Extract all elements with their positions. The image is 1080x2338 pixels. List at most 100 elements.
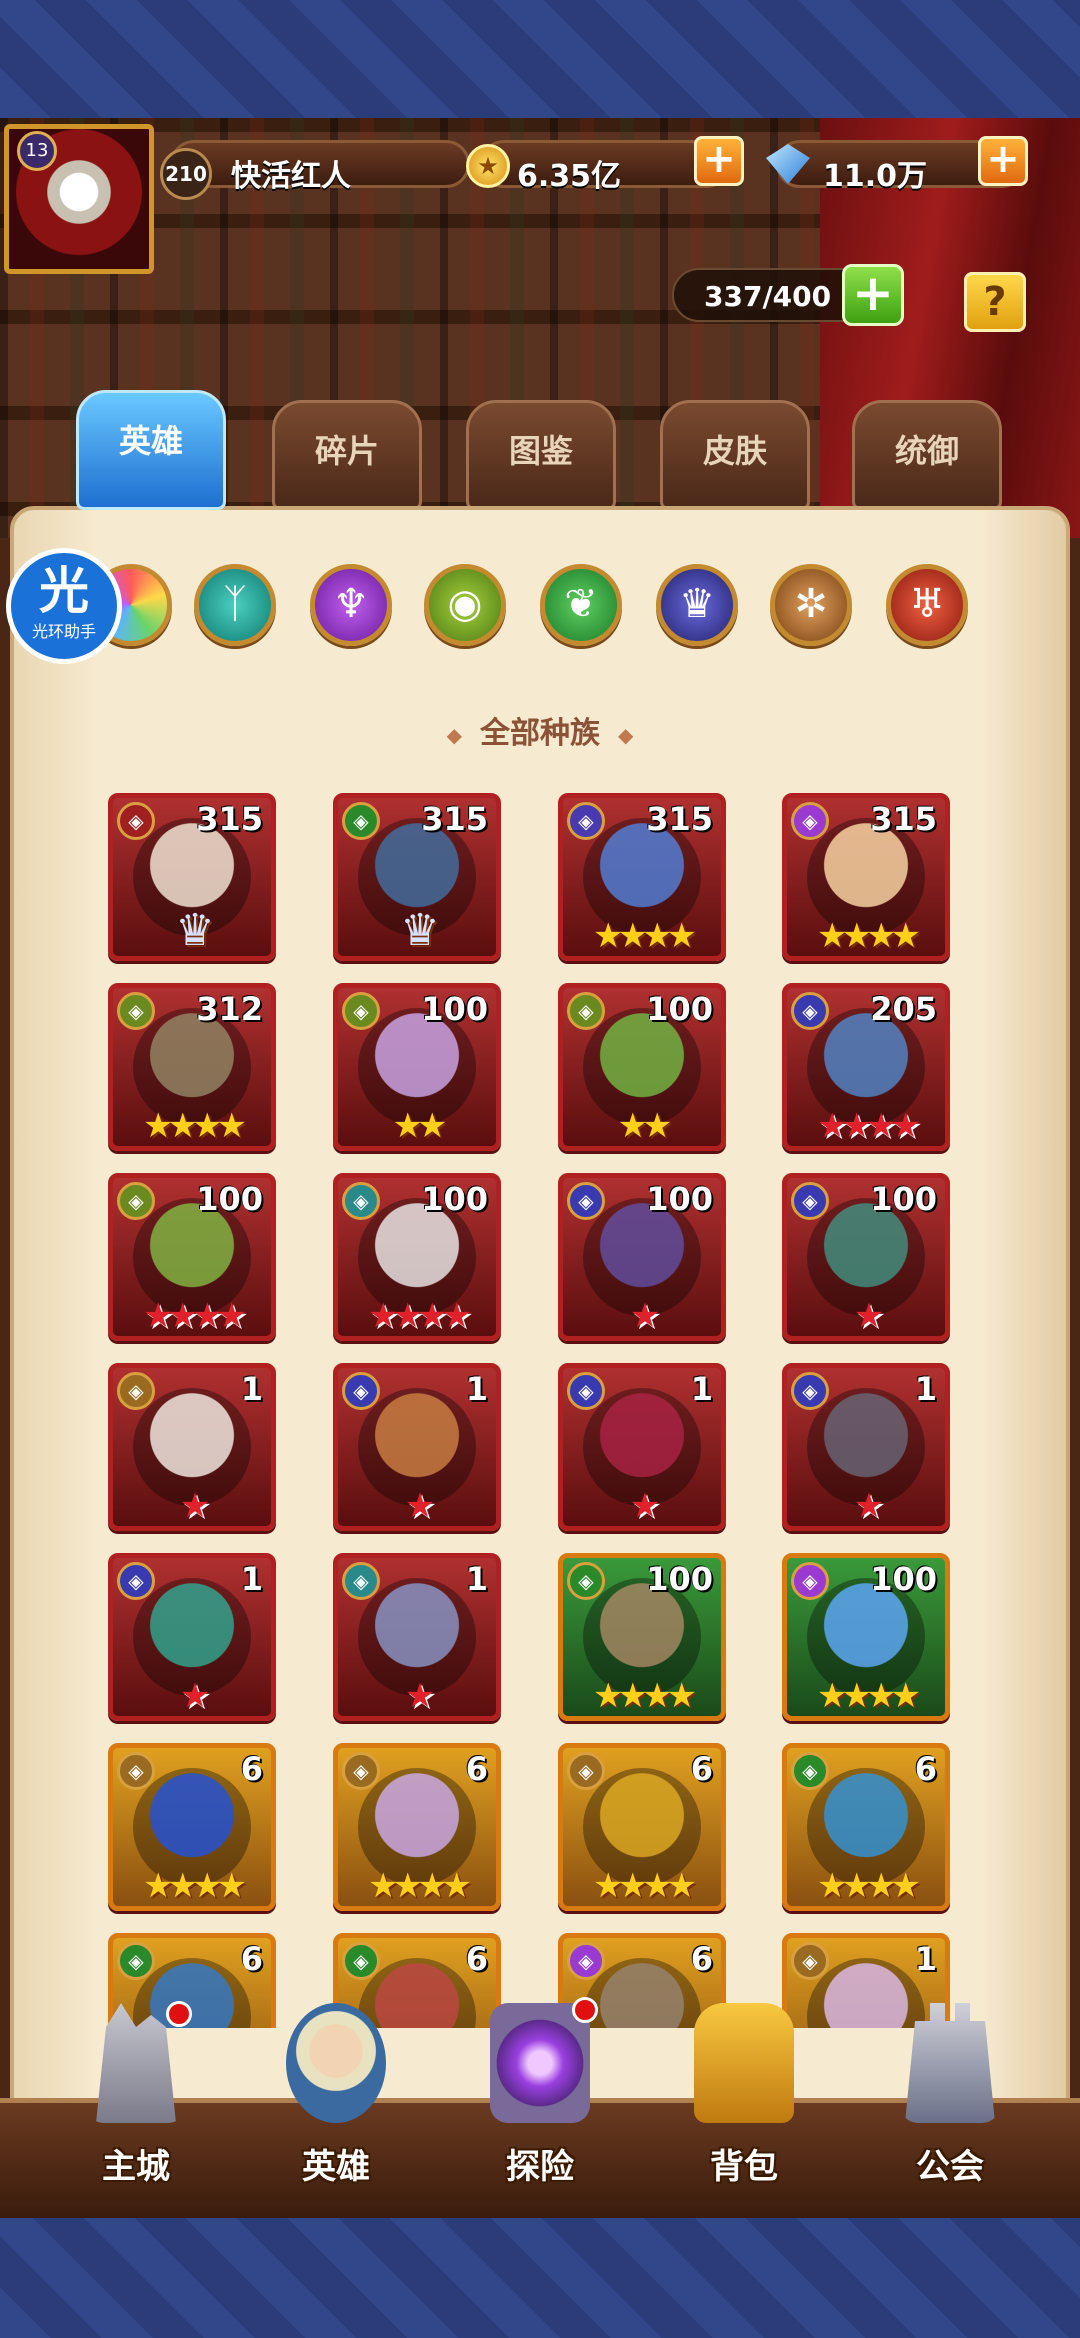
race-icon: ◈	[342, 1942, 380, 1980]
race-icon: ◈	[567, 1182, 605, 1220]
race-icon: ◈	[567, 802, 605, 840]
hero-card[interactable]: ◈ 100 ★★★★	[558, 1553, 726, 1721]
gold-bar: 6.35亿	[480, 140, 730, 194]
hero-level: 100	[421, 990, 488, 1028]
race-icon: ◈	[567, 1752, 605, 1790]
hero-card[interactable]: ◈ 100 ★	[558, 1173, 726, 1341]
hero-card[interactable]: ◈ 100 ★	[782, 1173, 950, 1341]
diamond-left-icon: ◆	[446, 722, 462, 747]
hero-level: 6	[914, 1750, 937, 1788]
star-rating: ★★★★	[143, 1866, 247, 1906]
star-rating: ♛	[175, 905, 214, 956]
nav-adventure[interactable]: 探险	[450, 1993, 630, 2213]
vip-level: 210	[160, 148, 212, 200]
name-bar: 快活红人	[170, 140, 470, 194]
filter-light-icon[interactable]: ✲	[770, 564, 852, 646]
hero-card[interactable]: ◈ 315 ♛	[333, 793, 501, 961]
hero-card[interactable]: ◈ 1 ★	[333, 1553, 501, 1721]
nav-backpack[interactable]: 背包	[654, 1993, 834, 2213]
hero-level: 315	[421, 800, 488, 838]
hero-card[interactable]: ◈ 1 ★	[558, 1363, 726, 1531]
race-filter-row: ᛉ ♆ ◉ ❦ ♛ ✲ ♅	[0, 558, 1080, 658]
nav-heroes[interactable]: 英雄	[246, 1993, 426, 2213]
hero-card[interactable]: ◈ 312 ★★★★	[108, 983, 276, 1151]
hero-card[interactable]: ◈ 6 ★★★★	[558, 1743, 726, 1911]
hero-level: 6	[240, 1940, 263, 1978]
filter-abyss-icon[interactable]: ♛	[656, 564, 738, 646]
race-icon: ◈	[117, 1562, 155, 1600]
filter-nature-icon[interactable]: ❦	[540, 564, 622, 646]
hero-level: 312	[196, 990, 263, 1028]
star-rating: ★	[853, 1296, 884, 1336]
game-screen: 快活红人 210 6.35亿 ★ + 11.0万 + 13 337/400 + …	[0, 118, 1080, 2218]
race-icon: ◈	[117, 992, 155, 1030]
help-button[interactable]: ?	[964, 272, 1026, 332]
race-icon: ◈	[791, 992, 829, 1030]
hero-portrait-icon	[286, 2003, 386, 2123]
hero-card[interactable]: ◈ 100 ★★★★	[108, 1173, 276, 1341]
race-filter-title: ◆ 全部种族 ◆	[0, 708, 1080, 752]
star-rating: ★★★★	[817, 1676, 921, 1716]
hero-card[interactable]: ◈ 1 ★	[108, 1363, 276, 1531]
hero-level: 1	[465, 1560, 488, 1598]
hero-card[interactable]: ◈ 100 ★★★★	[782, 1553, 950, 1721]
race-icon: ◈	[791, 1562, 829, 1600]
hero-level: 100	[196, 1180, 263, 1218]
app-root: { "player":{"level":"13","vip":"210","na…	[0, 0, 1080, 2338]
hero-card[interactable]: ◈ 6 ★★★★	[782, 1743, 950, 1911]
hero-card[interactable]: ◈ 1 ★	[108, 1553, 276, 1721]
hero-card[interactable]: ◈ 315 ★★★★	[782, 793, 950, 961]
resource-bar: 快活红人 210 6.35亿 ★ + 11.0万 +	[0, 130, 1080, 200]
hero-card[interactable]: ◈ 1 ★	[782, 1363, 950, 1531]
tab-command[interactable]: 统御	[852, 400, 1002, 510]
nav-main-city-label: 主城	[102, 2147, 170, 2187]
hero-level: 315	[646, 800, 713, 838]
filter-dark-icon[interactable]: ♅	[886, 564, 968, 646]
tab-codex[interactable]: 图鉴	[466, 400, 616, 510]
hero-card[interactable]: ◈ 100 ★★	[558, 983, 726, 1151]
expand-capacity-button[interactable]: +	[842, 264, 904, 326]
hero-card[interactable]: ◈ 100 ★★★★	[333, 1173, 501, 1341]
star-rating: ★★★★	[593, 1866, 697, 1906]
tab-heroes[interactable]: 英雄	[76, 390, 226, 510]
hero-card[interactable]: ◈ 6 ★★★★	[108, 1743, 276, 1911]
hero-grid: ◈ 315 ♛ ◈ 315 ♛ ◈ 315 ★★★★ ◈ 315 ★★★★ ◈ 312 ★★★★ ◈ 100 ★★…	[0, 793, 1080, 2028]
hero-level: 315	[196, 800, 263, 838]
adventure-notification	[572, 1997, 598, 2023]
filter-fortress-icon[interactable]: ◉	[424, 564, 506, 646]
race-icon: ◈	[342, 1562, 380, 1600]
hero-card[interactable]: ◈ 6 ★★★★	[333, 1743, 501, 1911]
player-avatar[interactable]: 13	[4, 124, 154, 274]
hero-card[interactable]: ◈ 1 ★	[333, 1363, 501, 1531]
race-icon: ◈	[791, 802, 829, 840]
hero-card[interactable]: ◈ 205 ★★★★	[782, 983, 950, 1151]
halo-assistant-badge[interactable]: 光 光环助手	[6, 548, 122, 664]
hero-level: 100	[646, 990, 713, 1028]
badge-label: 光环助手	[31, 622, 96, 641]
hero-card[interactable]: ◈ 315 ♛	[108, 793, 276, 961]
race-icon: ◈	[117, 802, 155, 840]
add-gold-button[interactable]: +	[694, 136, 744, 186]
star-rating: ♛	[400, 905, 439, 956]
hero-level: 1	[914, 1370, 937, 1408]
star-rating: ★★★★	[368, 1866, 472, 1906]
star-rating: ★	[629, 1296, 660, 1336]
hero-card[interactable]: ◈ 100 ★★	[333, 983, 501, 1151]
filter-shadow-icon[interactable]: ♆	[310, 564, 392, 646]
nav-guild[interactable]: 公会	[860, 1993, 1040, 2213]
hero-level: 6	[465, 1940, 488, 1978]
nav-main-city[interactable]: 主城	[46, 1993, 226, 2213]
hero-level: 100	[421, 1180, 488, 1218]
star-rating: ★	[179, 1676, 210, 1716]
hero-card[interactable]: ◈ 315 ★★★★	[558, 793, 726, 961]
diamond-right-icon: ◆	[618, 722, 634, 747]
race-icon: ◈	[342, 1372, 380, 1410]
filter-forest-icon[interactable]: ᛉ	[194, 564, 276, 646]
portal-icon	[490, 2003, 590, 2123]
race-icon: ◈	[791, 1942, 829, 1980]
tab-fragments[interactable]: 碎片	[272, 400, 422, 510]
race-icon: ◈	[117, 1752, 155, 1790]
tab-skins[interactable]: 皮肤	[660, 400, 810, 510]
add-gems-button[interactable]: +	[978, 136, 1028, 186]
hero-level: 6	[690, 1940, 713, 1978]
